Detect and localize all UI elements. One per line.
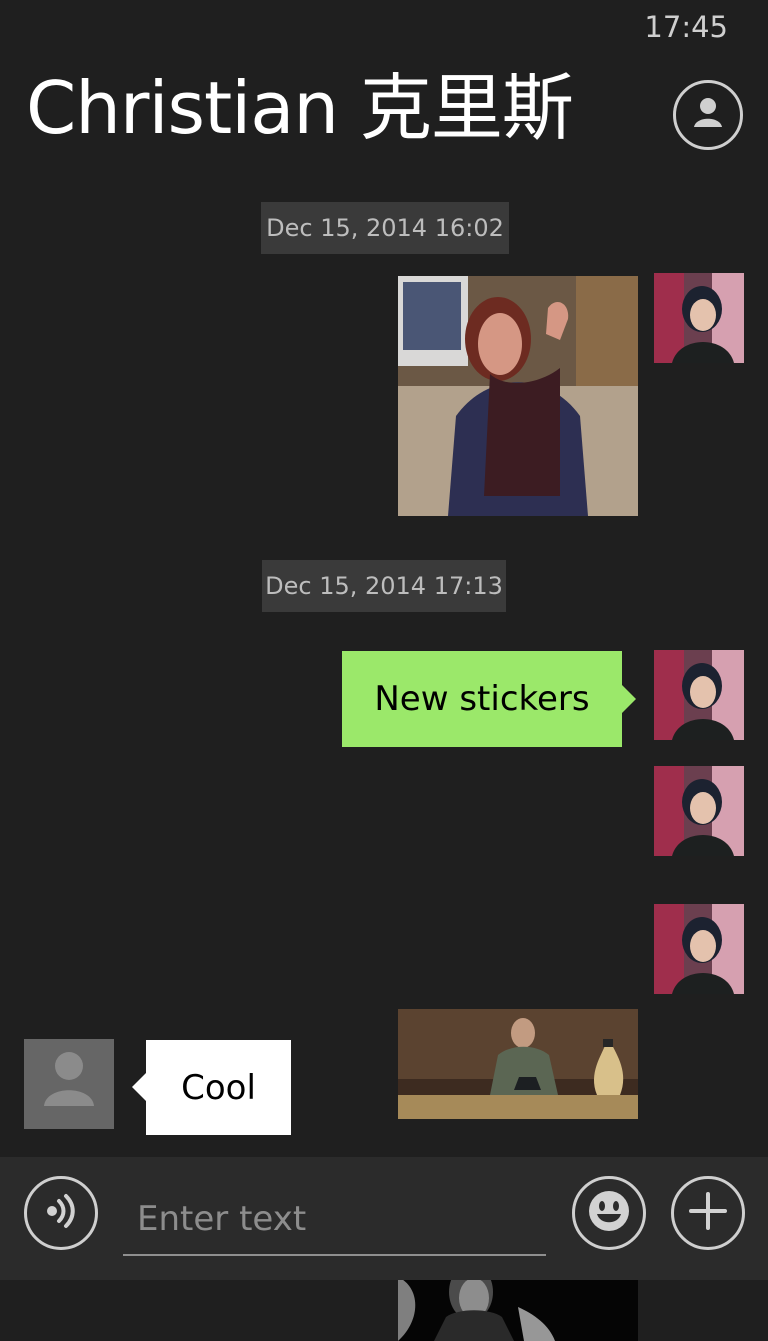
timestamp-separator: Dec 15, 2014 16:02 bbox=[261, 202, 509, 254]
sender-avatar[interactable] bbox=[654, 766, 744, 856]
status-time: 17:45 bbox=[644, 10, 728, 44]
sent-media[interactable] bbox=[398, 276, 638, 516]
sender-avatar[interactable] bbox=[654, 650, 744, 740]
voice-icon bbox=[39, 1189, 83, 1237]
chat-title: Christian 克里斯 bbox=[26, 66, 574, 150]
emoji-icon bbox=[585, 1187, 633, 1239]
person-icon bbox=[689, 94, 727, 136]
add-attachment-button[interactable] bbox=[671, 1176, 745, 1250]
outgoing-message-bubble[interactable]: New stickers bbox=[342, 651, 636, 747]
plus-icon bbox=[685, 1188, 731, 1238]
sticker-media[interactable] bbox=[398, 1009, 638, 1119]
contact-avatar[interactable] bbox=[24, 1039, 114, 1129]
message-input[interactable] bbox=[123, 1184, 546, 1256]
incoming-message-bubble[interactable]: Cool bbox=[132, 1040, 291, 1135]
sender-avatar[interactable] bbox=[654, 273, 744, 363]
timestamp-separator: Dec 15, 2014 17:13 bbox=[262, 560, 506, 612]
contact-profile-button[interactable] bbox=[673, 80, 743, 150]
voice-button[interactable] bbox=[24, 1176, 98, 1250]
default-person-icon bbox=[24, 1035, 114, 1129]
emoji-button[interactable] bbox=[572, 1176, 646, 1250]
sender-avatar[interactable] bbox=[654, 904, 744, 994]
